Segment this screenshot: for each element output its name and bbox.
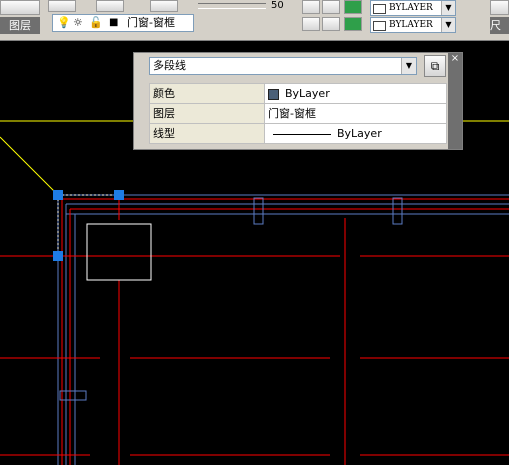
color-combo-value: BYLAYER [389,3,433,13]
layer-value[interactable]: 门窗-窗框 [264,103,447,124]
yellow-diagonal [0,136,59,196]
color-value: ByLayer [285,87,330,100]
pickbox-cursor [86,223,152,281]
slider-value: 50 [271,0,284,11]
chevron-down-icon: ▼ [441,1,455,15]
dimension-panel-title[interactable]: 尺寸 [490,17,509,34]
chevron-down-icon: ▼ [401,58,416,74]
down-arrow-icon[interactable] [344,17,362,31]
transparency-slider[interactable] [198,3,266,9]
linetype-combo-value: BYLAYER [389,20,433,30]
wall-stub-1 [253,197,264,225]
object-type-dropdown[interactable]: 多段线 ▼ [149,57,417,75]
lock-layer-icon[interactable] [302,17,320,31]
color-combo[interactable]: BYLAYER ▼ [370,0,456,16]
close-icon[interactable]: × [448,53,462,64]
panel-title-strip[interactable]: × [448,53,462,149]
sun-icon: ☼ [73,16,83,29]
grip-2[interactable] [114,190,124,200]
property-value[interactable]: ByLayer [264,123,447,144]
color-swatch-icon [268,88,279,100]
layer-color-icon: ■ [109,17,119,28]
quick-properties-panel: 多段线 ▼ ⧉ × 颜色 ByLayer 图层 门窗-窗框 线型 ByLayer [133,52,463,150]
property-key: 图层 [149,103,265,124]
property-row-linetype[interactable]: 线型 ByLayer [149,123,447,144]
up-arrow-icon[interactable] [344,0,362,14]
chevron-down-icon: ▼ [441,18,455,32]
dimension-tool-button[interactable] [490,0,509,15]
customize-properties-icon[interactable]: ⧉ [424,55,446,77]
ribbon: 图层 💡 ☼ 🔓 ■ 门窗-窗框 50 BYLAYER ▼ BYLAYER ▼ … [0,0,509,41]
freeze-icon[interactable] [302,0,320,14]
object-type: 多段线 [153,59,186,72]
layer-iso-button[interactable] [150,0,178,12]
property-key: 线型 [149,123,265,144]
property-row-layer[interactable]: 图层 门窗-窗框 [149,103,447,124]
layer-match-button[interactable] [96,0,124,12]
property-value[interactable]: ByLayer [264,83,447,104]
layer-panel-title[interactable]: 图层 [0,17,40,34]
thaw-icon[interactable] [322,0,340,14]
unlock-layer-icon[interactable] [322,17,340,31]
linetype-preview [273,133,331,135]
wall-stub-2 [392,197,403,225]
layer-state-button[interactable] [48,0,76,12]
grip-1[interactable] [53,190,63,200]
color-swatch-icon [373,4,386,14]
wall-stub-3 [59,390,87,401]
grip-3[interactable] [53,251,63,261]
layer-dropdown[interactable]: 💡 ☼ 🔓 ■ 门窗-窗框 [52,14,194,32]
property-key: 颜色 [149,83,265,104]
current-layer-name: 门窗-窗框 [127,16,175,29]
linetype-combo[interactable]: BYLAYER ▼ [370,17,456,33]
linetype-swatch-icon [373,21,386,31]
lock-icon: 🔓 [89,16,103,29]
properties-table: 颜色 ByLayer 图层 门窗-窗框 线型 ByLayer [149,83,447,144]
linetype-value: ByLayer [337,127,382,140]
layer-tool-button[interactable] [0,0,40,15]
bulb-icon: 💡 [57,16,71,29]
property-row-color[interactable]: 颜色 ByLayer [149,83,447,104]
